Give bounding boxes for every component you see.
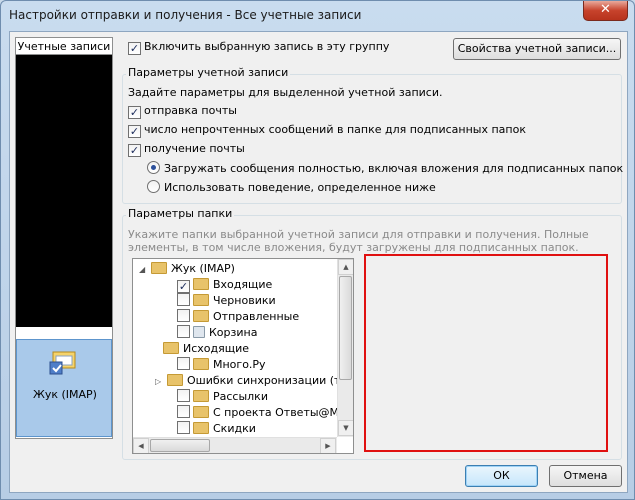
dialog-window: Настройки отправки и получения - Все уче… (0, 0, 635, 500)
tree-item[interactable]: Рассылки (177, 389, 268, 405)
account-params-hint: Задайте параметры для выделенной учетной… (128, 86, 443, 99)
scroll-down-icon[interactable]: ▼ (338, 420, 353, 436)
tree-item-label: Черновики (213, 294, 276, 307)
tree-item[interactable]: Корзина (177, 325, 257, 341)
horizontal-scroll-thumb[interactable] (150, 439, 210, 452)
scroll-left-icon[interactable]: ◀ (133, 438, 149, 453)
tree-item[interactable]: Отправленные (177, 309, 299, 325)
include-label: Включить выбранную запись в эту группу (144, 40, 390, 53)
ok-button[interactable]: ОК (465, 465, 538, 487)
tree-item[interactable]: ✓ Входящие (177, 277, 272, 293)
tree-item[interactable]: Много.Ру (177, 357, 266, 373)
tree-item-label: Корзина (209, 326, 258, 339)
unread-count-label: число непрочтенных сообщений в папке для… (144, 123, 526, 136)
expand-open-icon[interactable]: ◢ (139, 262, 149, 278)
expand-closed-icon[interactable]: ▷ (155, 374, 165, 390)
tree-item-label: Отправленные (213, 310, 300, 323)
account-folder-icon (151, 262, 167, 274)
tree-item-checkbox[interactable] (177, 325, 190, 338)
radio-custom-behavior[interactable] (147, 180, 160, 193)
tree-item-checkbox[interactable] (177, 293, 190, 306)
tree-item-label: Рассылки (213, 390, 268, 403)
highlight-box (364, 254, 608, 452)
folder-icon (193, 422, 209, 434)
radio-custom-label: Использовать поведение, определенное ниж… (164, 181, 436, 194)
tree-item-label: Скидки (213, 422, 256, 435)
tree-item[interactable]: С проекта Ответы@Mai (177, 405, 349, 421)
radio-full-label: Загружать сообщения полностью, включая в… (164, 162, 624, 175)
tree-item-checkbox[interactable] (177, 357, 190, 370)
folder-params-hint-1: Укажите папки выбранной учетной записи д… (128, 228, 589, 241)
tree-item[interactable]: Черновики (177, 293, 276, 309)
account-item-imap[interactable]: Жук (IMAP) (16, 339, 112, 437)
send-mail-label: отправка почты (144, 104, 237, 117)
folder-tree[interactable]: ◢ Жук (IMAP) ✓ Входящие Черновики Отправле… (132, 258, 354, 454)
accounts-list: Жук (IMAP) (15, 54, 113, 439)
account-item-label: Жук (IMAP) (33, 388, 97, 401)
tree-item[interactable]: Исходящие (163, 341, 249, 357)
outbox-folder-icon (163, 342, 179, 354)
send-mail-checkbox[interactable]: ✓ (128, 106, 141, 119)
radio-full-download[interactable] (147, 161, 160, 174)
receive-mail-label: получение почты (144, 142, 245, 155)
folder-icon (193, 406, 209, 418)
tree-root[interactable]: ◢ Жук (IMAP) (139, 261, 235, 277)
drafts-folder-icon (193, 294, 209, 306)
inbox-folder-icon (193, 278, 209, 290)
tree-item-checkbox[interactable] (177, 309, 190, 322)
folder-icon (193, 390, 209, 402)
radio-custom-row: Использовать поведение, определенное ниж… (147, 180, 436, 194)
account-params-legend: Параметры учетной записи (126, 66, 291, 79)
tree-item-label: Исходящие (183, 342, 250, 355)
tree-item-checkbox[interactable]: ✓ (177, 280, 190, 293)
scroll-thumb[interactable] (339, 276, 352, 380)
radio-full-row: Загружать сообщения полностью, включая в… (147, 161, 623, 175)
dialog-client-area: Учетные записи Жук (IMAP) ✓ Включить выбр… (9, 31, 628, 493)
unread-count-checkbox[interactable]: ✓ (128, 125, 141, 138)
cancel-button[interactable]: Отмена (549, 465, 622, 487)
folder-icon (167, 374, 183, 386)
accounts-list-blank (16, 55, 112, 327)
send-mail-row: ✓ отправка почты (128, 104, 237, 119)
account-properties-button[interactable]: Свойства учетной записи... (453, 38, 621, 60)
imap-account-icon (49, 351, 76, 375)
tree-item-checkbox[interactable] (177, 405, 190, 418)
scroll-right-icon[interactable]: ▶ (320, 438, 336, 453)
trash-icon (193, 326, 205, 338)
tree-horizontal-scrollbar[interactable]: ◀ ▶ (133, 437, 337, 453)
include-row: ✓ Включить выбранную запись в эту группу (128, 40, 389, 55)
accounts-tab[interactable]: Учетные записи (15, 37, 113, 55)
folder-icon (193, 358, 209, 370)
tree-item-label: Ошибки синхронизации (т (187, 374, 341, 387)
window-title: Настройки отправки и получения - Все уче… (9, 8, 362, 22)
tree-item-checkbox[interactable] (177, 389, 190, 402)
tree-vertical-scrollbar[interactable]: ▲ ▼ (337, 259, 353, 437)
tree-item-label: С проекта Ответы@Mai (213, 406, 349, 419)
tree-item[interactable]: ▷ Ошибки синхронизации (т (155, 373, 340, 389)
tree-item-checkbox[interactable] (177, 421, 190, 434)
unread-count-row: ✓ число непрочтенных сообщений в папке дл… (128, 123, 526, 138)
folder-params-hint-2: элементы, в том числе вложения, будут за… (128, 241, 579, 254)
tree-item-label: Много.Ру (213, 358, 266, 371)
include-checkbox[interactable]: ✓ (128, 42, 141, 55)
folder-params-legend: Параметры папки (126, 207, 235, 220)
sent-folder-icon (193, 310, 209, 322)
tree-item[interactable]: Скидки (177, 421, 256, 437)
receive-mail-checkbox[interactable]: ✓ (128, 144, 141, 157)
tree-root-label: Жук (IMAP) (171, 262, 235, 275)
receive-mail-row: ✓ получение почты (128, 142, 245, 157)
tree-item-label: Входящие (213, 278, 273, 291)
scroll-up-icon[interactable]: ▲ (338, 259, 353, 275)
close-button[interactable]: ✕ (583, 1, 628, 21)
